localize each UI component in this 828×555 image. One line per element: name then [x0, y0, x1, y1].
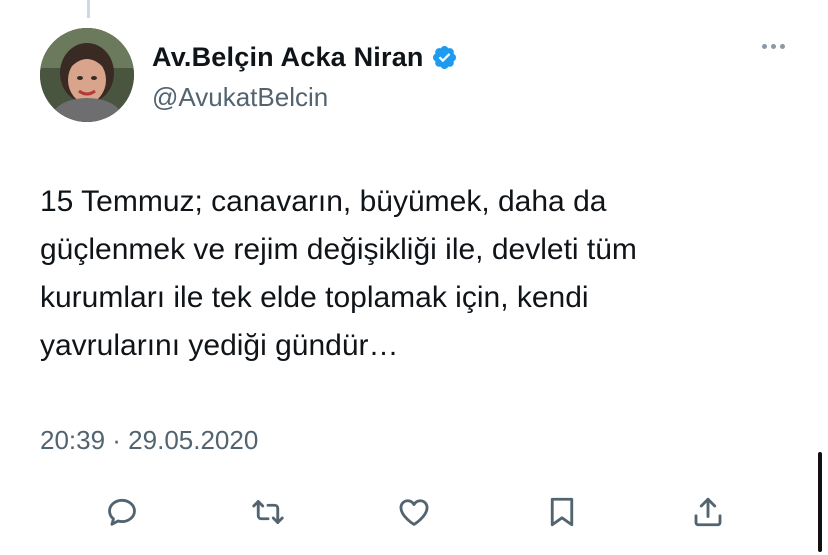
avatar[interactable]	[40, 28, 134, 122]
share-button[interactable]	[684, 488, 732, 536]
avatar-photo	[40, 28, 134, 122]
thread-connector-line	[87, 0, 90, 18]
bookmark-button[interactable]	[538, 488, 586, 536]
like-icon	[399, 499, 429, 526]
retweet-button[interactable]	[244, 488, 292, 536]
tweet-timestamp[interactable]: 20:39 · 29.05.2020	[40, 425, 258, 456]
like-button[interactable]	[390, 488, 438, 536]
author-name-row: Av.Belçin Acka Niran	[152, 42, 458, 73]
bookmark-icon	[550, 497, 574, 527]
tweet-text: 15 Temmuz; canavarın, büyümek, daha da g…	[40, 185, 637, 362]
retweet-icon	[252, 500, 284, 524]
tweet-actions-bar	[0, 488, 828, 536]
verified-badge-icon	[431, 44, 458, 71]
scrollbar[interactable]	[818, 452, 822, 552]
share-icon	[694, 497, 722, 527]
author-handle[interactable]: @AvukatBelcin	[152, 82, 328, 113]
more-options-icon[interactable]	[762, 44, 785, 49]
reply-icon	[108, 498, 136, 526]
reply-button[interactable]	[98, 488, 146, 536]
author-name[interactable]: Av.Belçin Acka Niran	[152, 42, 424, 73]
